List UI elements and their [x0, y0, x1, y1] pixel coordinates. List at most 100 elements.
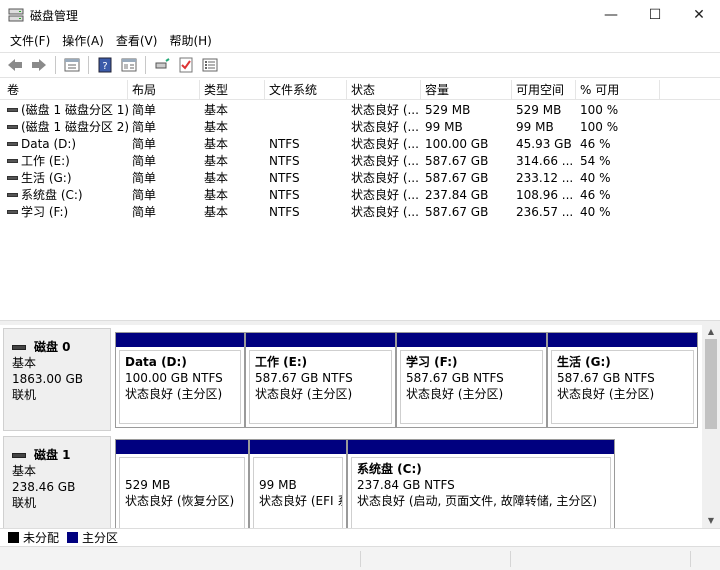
legend-label: 主分区	[82, 531, 119, 545]
disk-1-label[interactable]: 磁盘 1 基本 238.46 GB 联机	[3, 436, 111, 528]
scroll-down-icon[interactable]: ▼	[702, 514, 720, 528]
view-icon[interactable]	[118, 55, 140, 75]
column-header-capacity[interactable]: 容量	[420, 80, 512, 100]
free-space-cell: 45.93 GB	[516, 137, 572, 151]
column-header-percent-free[interactable]: % 可用	[575, 80, 660, 100]
table-row[interactable]: (磁盘 1 磁盘分区 2) 简单 基本 状态良好 (... 99 MB 99 M…	[0, 119, 720, 136]
type-cell: 基本	[204, 171, 229, 185]
partition-info: 学习 (F:) 587.67 GB NTFS 状态良好 (主分区)	[400, 350, 543, 424]
properties-icon[interactable]	[61, 55, 83, 75]
type-cell: 基本	[204, 154, 229, 168]
legend-swatch-primary	[67, 532, 79, 543]
table-row[interactable]: (磁盘 1 磁盘分区 1) 简单 基本 状态良好 (... 529 MB 529…	[0, 102, 720, 119]
volume-cell: 系统盘 (C:)	[2, 187, 128, 204]
capacity-cell: 529 MB	[425, 103, 471, 117]
layout-cell: 简单	[132, 137, 157, 151]
partition-size: 529 MB	[125, 478, 171, 492]
scroll-up-icon[interactable]: ▲	[702, 325, 720, 339]
disk-0-label[interactable]: 磁盘 0 基本 1863.00 GB 联机	[3, 328, 111, 431]
menu-view[interactable]: 查看(V)	[110, 31, 164, 51]
scroll-thumb[interactable]	[705, 339, 717, 429]
volume-name: 系统盘 (C:)	[21, 188, 83, 202]
filesystem-cell	[264, 102, 347, 119]
help-icon[interactable]: ?	[94, 55, 116, 75]
partition-info: 529 MB 状态良好 (恢复分区)	[119, 457, 245, 528]
partition-status: 状态良好 (主分区)	[255, 387, 353, 401]
window-title: 磁盘管理	[30, 9, 79, 23]
partition-size: 237.84 GB NTFS	[357, 478, 455, 492]
volume-icon	[7, 192, 18, 197]
list-icon[interactable]	[199, 55, 221, 75]
table-row[interactable]: 生活 (G:) 简单 基本 NTFS 状态良好 (... 587.67 GB 2…	[0, 170, 720, 187]
type-cell: 基本	[204, 103, 229, 117]
legend-label: 未分配	[23, 531, 60, 545]
percent-free-cell: 100 %	[580, 103, 619, 117]
disk-0-state: 联机	[12, 388, 37, 402]
type-cell: 基本	[204, 137, 229, 151]
partition-info: 工作 (E:) 587.67 GB NTFS 状态良好 (主分区)	[249, 350, 392, 424]
table-row[interactable]: 系统盘 (C:) 简单 基本 NTFS 状态良好 (... 237.84 GB …	[0, 187, 720, 204]
partition-efi[interactable]: 99 MB 状态良好 (EFI 系	[249, 439, 347, 528]
partition-e[interactable]: 工作 (E:) 587.67 GB NTFS 状态良好 (主分区)	[245, 332, 396, 428]
status-cell: 状态良好 (...	[351, 154, 419, 168]
free-space-cell: 236.57 ...	[516, 205, 574, 219]
disk-0-name: 磁盘 0	[34, 340, 71, 354]
status-cell: 状态良好 (...	[351, 120, 419, 134]
partition-g[interactable]: 生活 (G:) 587.67 GB NTFS 状态良好 (主分区)	[547, 332, 698, 428]
volume-list-header: 卷 布局 类型 文件系统 状态 容量 可用空间 % 可用	[0, 80, 720, 100]
table-row[interactable]: 工作 (E:) 简单 基本 NTFS 状态良好 (... 587.67 GB 3…	[0, 153, 720, 170]
menu-action[interactable]: 操作(A)	[56, 31, 110, 51]
filesystem-cell: NTFS	[269, 205, 300, 219]
volume-name: Data (D:)	[21, 137, 77, 151]
back-arrow-icon[interactable]	[4, 55, 26, 75]
layout-cell: 简单	[132, 154, 157, 168]
partition-d[interactable]: Data (D:) 100.00 GB NTFS 状态良好 (主分区)	[115, 332, 245, 428]
partition-info: 生活 (G:) 587.67 GB NTFS 状态良好 (主分区)	[551, 350, 694, 424]
table-row[interactable]: 学习 (F:) 简单 基本 NTFS 状态良好 (... 587.67 GB 2…	[0, 204, 720, 221]
filesystem-cell: NTFS	[269, 188, 300, 202]
column-header-status[interactable]: 状态	[346, 80, 421, 100]
percent-free-cell: 46 %	[580, 137, 611, 151]
free-space-cell: 233.12 ...	[516, 171, 574, 185]
menu-help[interactable]: 帮助(H)	[163, 31, 217, 51]
column-header-filesystem[interactable]: 文件系统	[264, 80, 347, 100]
capacity-cell: 587.67 GB	[425, 154, 489, 168]
vertical-scrollbar[interactable]: ▲ ▼	[702, 325, 720, 528]
partition-f[interactable]: 学习 (F:) 587.67 GB NTFS 状态良好 (主分区)	[396, 332, 547, 428]
column-header-free-space[interactable]: 可用空间	[511, 80, 576, 100]
column-header-type[interactable]: 类型	[199, 80, 265, 100]
partition-bar	[348, 440, 614, 454]
status-cell: 状态良好 (...	[351, 171, 419, 185]
forward-arrow-icon[interactable]	[28, 55, 50, 75]
disk-0-name-row: 磁盘 0	[12, 339, 110, 355]
partition-recovery[interactable]: 529 MB 状态良好 (恢复分区)	[115, 439, 249, 528]
disk-0-size: 1863.00 GB	[12, 372, 83, 386]
free-space-cell: 108.96 ...	[516, 188, 574, 202]
menu-file[interactable]: 文件(F)	[4, 31, 56, 51]
partition-size: 587.67 GB NTFS	[557, 371, 655, 385]
check-icon[interactable]	[175, 55, 197, 75]
disk-icon	[12, 344, 26, 350]
partition-name: 系统盘 (C:)	[357, 462, 422, 476]
filesystem-cell: NTFS	[269, 154, 300, 168]
type-cell: 基本	[204, 120, 229, 134]
maximize-button[interactable]: ☐	[632, 0, 678, 30]
volume-cell: 工作 (E:)	[2, 153, 128, 170]
partition-size: 587.67 GB NTFS	[406, 371, 504, 385]
type-cell: 基本	[204, 205, 229, 219]
volume-icon	[7, 141, 18, 146]
minimize-button[interactable]: —	[588, 0, 634, 30]
volume-name: (磁盘 1 磁盘分区 2)	[21, 120, 128, 134]
close-button[interactable]: ✕	[676, 0, 720, 30]
disk-0-type: 基本	[12, 356, 37, 370]
table-row[interactable]: Data (D:) 简单 基本 NTFS 状态良好 (... 100.00 GB…	[0, 136, 720, 153]
column-header-volume[interactable]: 卷	[2, 80, 128, 100]
partition-c[interactable]: 系统盘 (C:) 237.84 GB NTFS 状态良好 (启动, 页面文件, …	[347, 439, 615, 528]
partition-bar	[548, 333, 697, 347]
capacity-cell: 587.67 GB	[425, 205, 489, 219]
column-header-layout[interactable]: 布局	[127, 80, 200, 100]
title-bar: 磁盘管理 — ☐ ✕	[0, 0, 720, 30]
connect-icon[interactable]	[151, 55, 173, 75]
capacity-cell: 99 MB	[425, 120, 463, 134]
free-space-cell: 529 MB	[516, 103, 562, 117]
